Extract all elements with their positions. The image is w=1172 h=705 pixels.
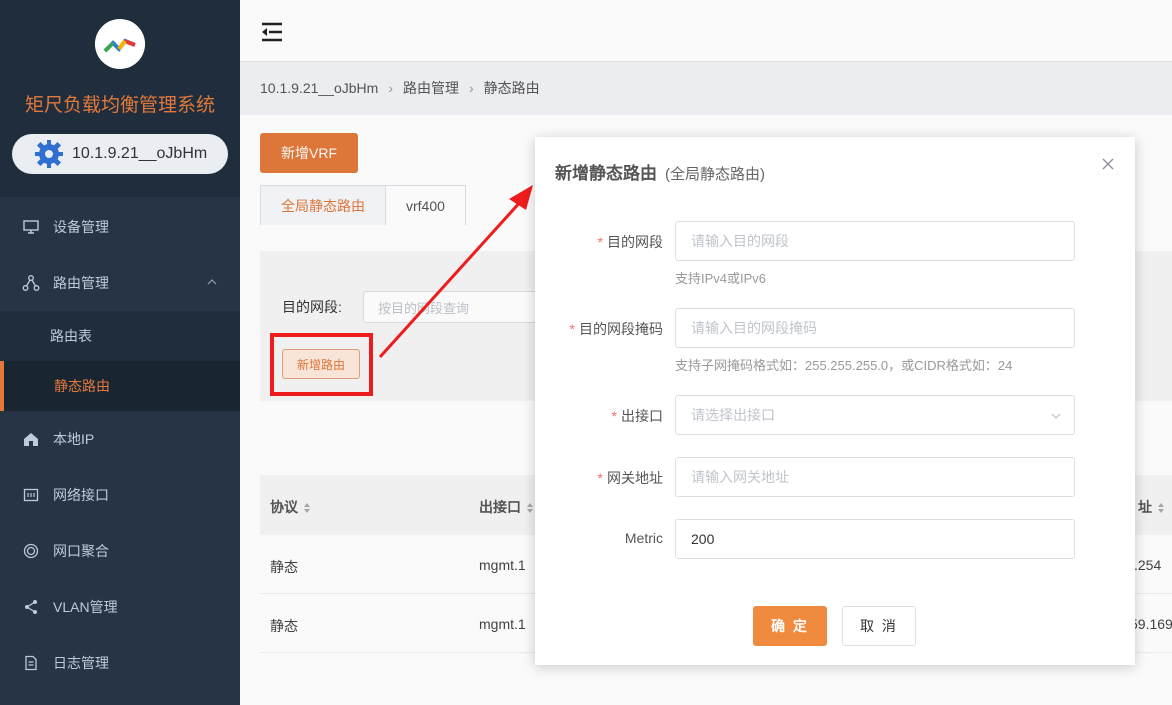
required-mark: * <box>597 234 603 250</box>
dialog-subtitle: (全局静态路由) <box>665 166 765 183</box>
form-row-gateway: * 网关地址 请输入网关地址 <box>535 457 1135 497</box>
form-row-metric: Metric 200 <box>535 519 1135 559</box>
share-nodes-icon <box>22 274 40 292</box>
add-static-route-dialog: 新增静态路由 (全局静态路由) * 目的网段 请输入目的网段 支持IPv4或IPv6… <box>535 137 1135 665</box>
sidebar-header: 矩尺负载均衡管理系统 10.1.9.21__oJbHm <box>0 0 240 197</box>
metric-label: Metric <box>624 530 663 546</box>
field-label-text: 目的网段 <box>607 234 663 250</box>
sidebar-item-port-aggregation[interactable]: 网口聚合 <box>0 526 240 576</box>
close-icon[interactable] <box>1101 157 1115 171</box>
field-label-text: 出接口 <box>621 408 663 424</box>
home-icon <box>22 430 40 448</box>
device-selector[interactable]: 10.1.9.21__oJbHm <box>12 134 228 174</box>
dialog-title: 新增静态路由 (全局静态路由) <box>555 159 765 184</box>
chevron-up-icon <box>207 279 217 285</box>
mask-input[interactable]: 请输入目的网段掩码 <box>675 308 1075 348</box>
confirm-button[interactable]: 确 定 <box>753 606 827 646</box>
gear-icon <box>35 140 63 168</box>
device-name: 10.1.9.21__oJbHm <box>72 145 208 162</box>
destination-hint: 支持IPv4或IPv6 <box>675 271 767 286</box>
field-label-text: 网关地址 <box>607 470 663 486</box>
annotation-highlight-box <box>270 333 373 396</box>
sidebar-item-label: 网络接口 <box>53 487 109 503</box>
form-row-mask: * 目的网段掩码 请输入目的网段掩码 <box>535 308 1135 348</box>
destination-input[interactable]: 请输入目的网段 <box>675 221 1075 261</box>
sidebar-item-label: 设备管理 <box>53 219 109 235</box>
form-row-destination: * 目的网段 请输入目的网段 <box>535 221 1135 261</box>
required-mark: * <box>611 408 617 424</box>
mask-label: * 目的网段掩码 <box>570 319 663 339</box>
interface-label: * 出接口 <box>612 406 663 426</box>
sidebar-item-log-management[interactable]: 日志管理 <box>0 638 240 688</box>
sidebar-item-label: 路由管理 <box>53 275 109 291</box>
sidebar-item-route-table[interactable]: 路由表 <box>0 311 240 361</box>
app-logo <box>95 19 145 69</box>
sidebar-item-static-route[interactable]: 静态路由 <box>0 361 240 411</box>
select-placeholder: 请选择出接口 <box>691 407 775 423</box>
sidebar-item-network-interface[interactable]: 网络接口 <box>0 470 240 520</box>
aggregate-icon <box>22 542 40 560</box>
sidebar-item-label: 路由表 <box>50 328 92 344</box>
dialog-title-text: 新增静态路由 <box>555 164 657 183</box>
sidebar-item-label: 本地IP <box>53 431 95 447</box>
required-mark: * <box>597 470 603 486</box>
sidebar-item-vlan[interactable]: VLAN管理 <box>0 582 240 632</box>
gateway-input[interactable]: 请输入网关地址 <box>675 457 1075 497</box>
metric-input[interactable]: 200 <box>675 519 1075 559</box>
ethernet-port-icon <box>22 486 40 504</box>
sidebar: 矩尺负载均衡管理系统 10.1.9.21__oJbHm 设备管理 路由管理 路由… <box>0 0 240 705</box>
sidebar-item-label: 静态路由 <box>54 378 110 394</box>
field-label-text: 目的网段掩码 <box>579 321 663 337</box>
sidebar-item-local-ip[interactable]: 本地IP <box>0 414 240 464</box>
document-icon <box>22 654 40 672</box>
interface-select[interactable]: 请选择出接口 <box>675 395 1075 435</box>
sidebar-item-label: 网口聚合 <box>53 543 109 559</box>
share-icon <box>22 598 40 616</box>
sidebar-item-label: 日志管理 <box>53 655 109 671</box>
sidebar-item-label: VLAN管理 <box>53 599 118 615</box>
mask-hint: 支持子网掩码格式如：255.255.255.0，或CIDR格式如：24 <box>675 358 1013 373</box>
cancel-button[interactable]: 取 消 <box>842 606 916 646</box>
app-title: 矩尺负载均衡管理系统 <box>24 95 215 116</box>
chevron-down-icon <box>1051 413 1061 419</box>
required-mark: * <box>569 321 575 337</box>
sidebar-item-device-management[interactable]: 设备管理 <box>0 202 240 252</box>
gateway-label: * 网关地址 <box>598 468 663 488</box>
destination-label: * 目的网段 <box>598 232 663 252</box>
monitor-icon <box>22 218 40 236</box>
sidebar-item-route-management[interactable]: 路由管理 <box>0 258 240 308</box>
form-row-interface: * 出接口 请选择出接口 <box>535 395 1135 435</box>
